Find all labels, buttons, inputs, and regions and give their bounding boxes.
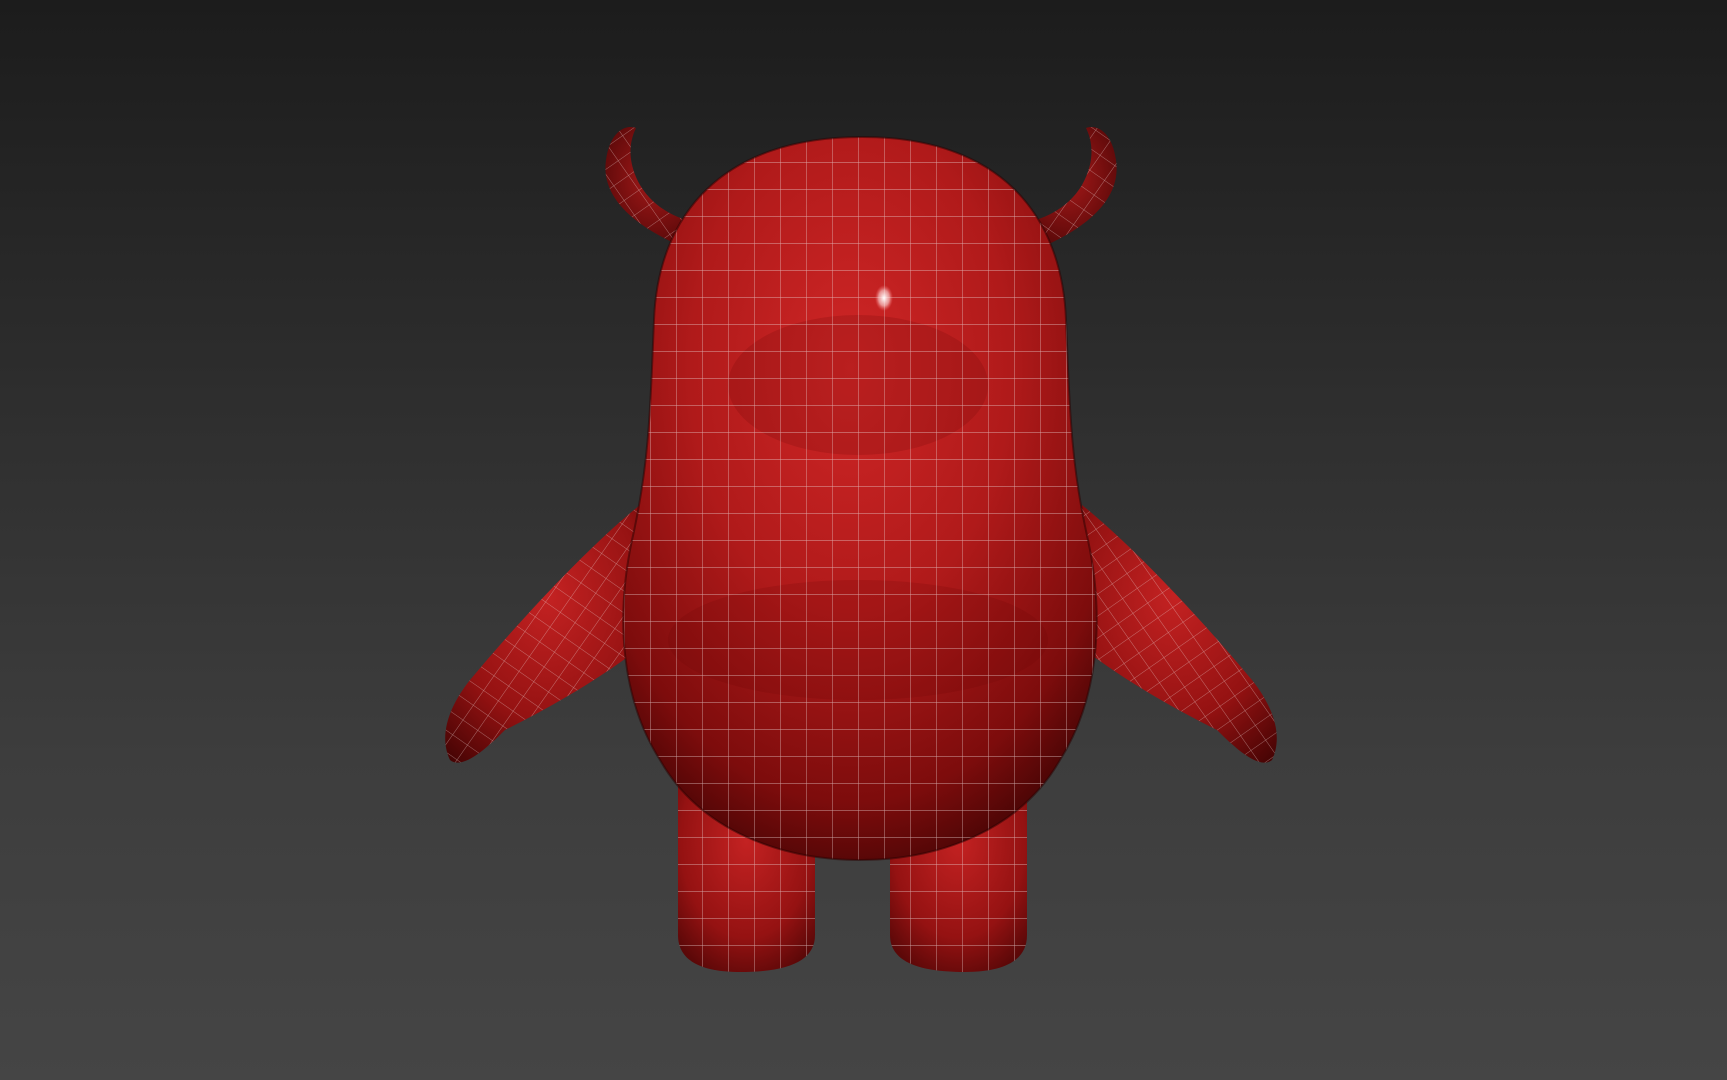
model-render — [445, 127, 1277, 972]
right-arm — [1072, 505, 1277, 763]
left-arm — [445, 505, 650, 763]
body-mesh — [622, 136, 1098, 861]
specular-highlight — [875, 285, 893, 311]
3d-viewport[interactable] — [0, 0, 1727, 1080]
